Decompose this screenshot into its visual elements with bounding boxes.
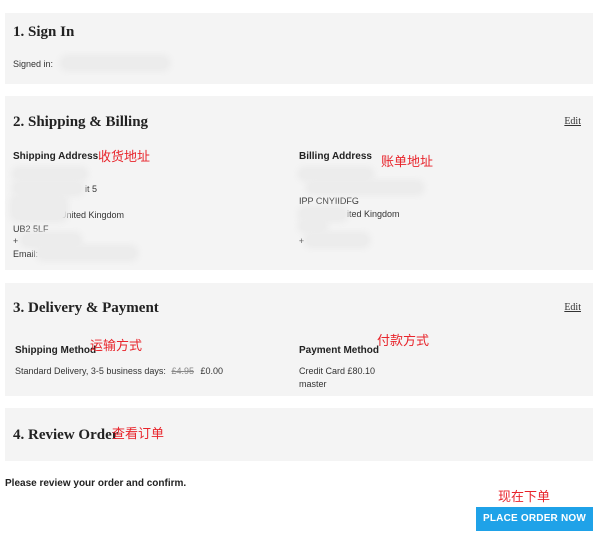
shipping-method-annotation: 运输方式 [90,338,143,353]
redacted-billing-phone [307,235,367,245]
delivery-payment-title: 3. Delivery & Payment [13,300,159,316]
billing-address-line2: IPP CNYIIDFG [299,196,359,206]
shipping-billing-edit-link[interactable]: Edit [564,116,581,127]
shipping-address-phone: + [13,236,19,246]
sign-in-section: 1. Sign In Signed in: [5,13,593,84]
redacted-billing-name [301,170,371,178]
payment-method-annotation: 付款方式 [377,333,430,348]
shipping-address-postcode: UB2 5LF [13,224,49,234]
review-order-annotation: 查看订单 [112,426,165,441]
redacted-shipping-street [15,183,81,193]
shipping-address-heading: Shipping Address [13,151,99,162]
delivery-payment-edit-link[interactable]: Edit [564,302,581,313]
review-order-title: 4. Review Order [13,427,119,443]
review-instruction: Please review your order and confirm. [5,478,187,489]
shipping-billing-title: 2. Shipping & Billing [13,114,149,130]
sign-in-title: 1. Sign In [13,24,75,40]
redacted-shipping-city [13,197,65,219]
billing-address-country: ited Kingdom [347,209,400,219]
shipping-new-price: £0.00 [200,366,224,376]
payment-method-line1: Credit Card £80.10 [299,366,376,376]
shipping-method-heading: Shipping Method [15,345,97,356]
redacted-shipping-phone [23,235,79,245]
redacted-billing-street [309,183,421,192]
payment-method-heading: Payment Method [299,345,380,356]
shipping-method-option-text: Standard Delivery, 3-5 business days: [15,366,166,376]
redacted-billing-city [301,209,345,219]
shipping-address-line: it 5 [85,184,98,194]
review-order-section: 4. Review Order 查看订单 [5,408,593,461]
shipping-method-option: Standard Delivery, 3-5 business days: £4… [15,366,223,376]
redacted-email [63,58,167,68]
delivery-payment-section: 3. Delivery & Payment Edit Shipping Meth… [5,283,593,396]
billing-address-phone: + [299,236,305,246]
billing-address-heading: Billing Address [299,151,372,162]
redacted-shipping-email [39,248,135,258]
payment-method-line2: master [299,379,327,389]
redacted-billing-region [301,222,325,230]
place-order-annotation: 现在下单 [498,489,551,504]
shipping-address-annotation: 收货地址 [98,149,151,164]
redacted-shipping-name [15,170,85,178]
billing-address-annotation: 账单地址 [381,154,434,169]
shipping-address-email-label: Email: [13,249,39,259]
shipping-address-country: United Kingdom [60,210,125,220]
place-order-button[interactable]: PLACE ORDER NOW [476,507,593,531]
signed-in-label: Signed in: [13,59,54,69]
shipping-old-price: £4.95 [171,366,194,376]
shipping-billing-section: 2. Shipping & Billing Edit Shipping Addr… [5,96,593,270]
